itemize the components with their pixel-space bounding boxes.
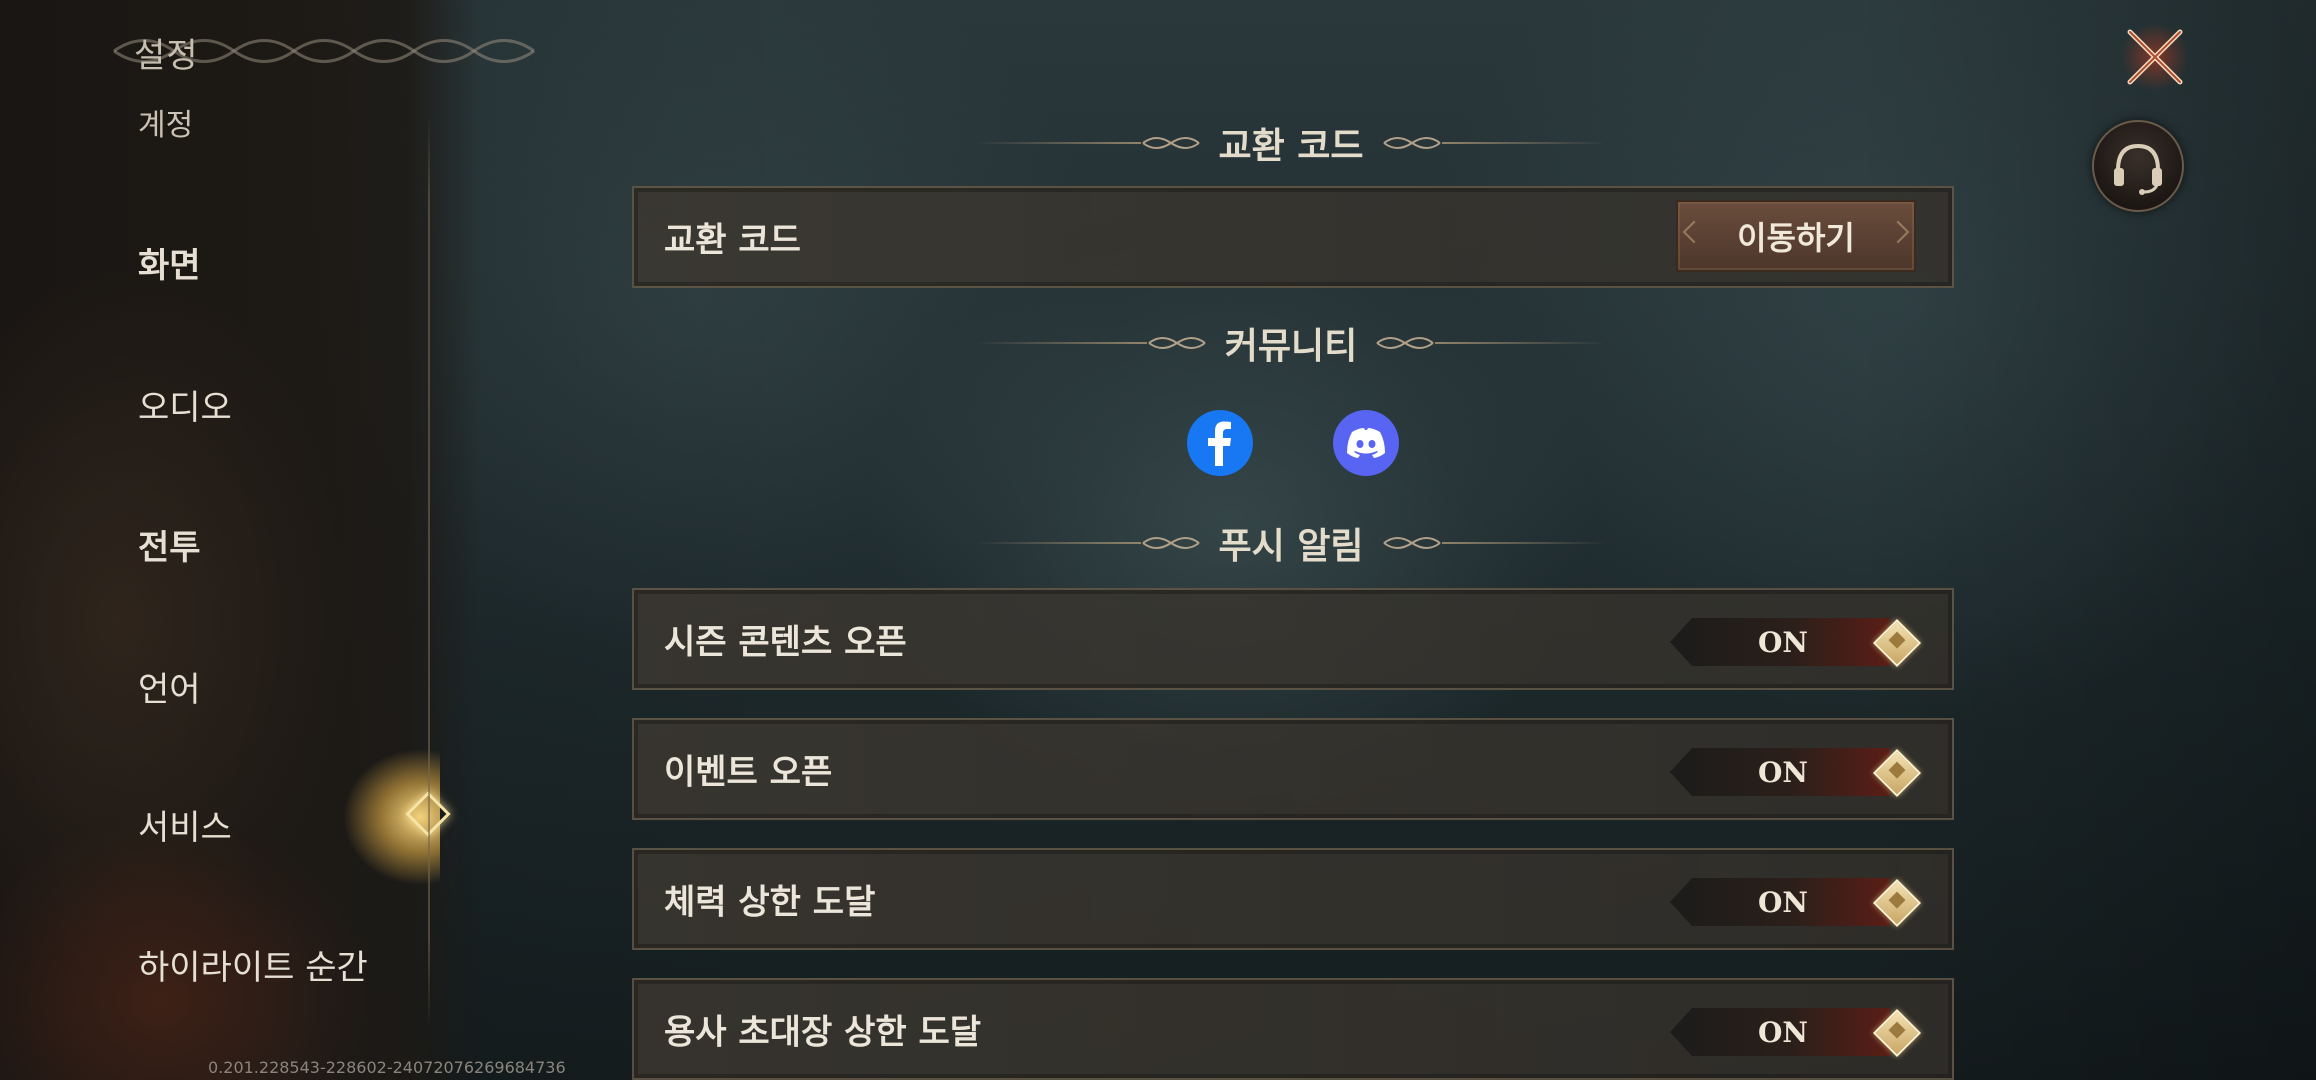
toggle-state: ON — [1758, 756, 1808, 789]
toggle-state: ON — [1758, 626, 1808, 659]
push-row-season-content: 시즌 콘텐츠 오픈 ON — [632, 588, 1954, 690]
row-label: 용사 초대장 상한 도달 — [664, 1012, 982, 1053]
toggle-switch[interactable]: ON — [1670, 618, 1922, 668]
row-label: 이벤트 오픈 — [664, 752, 833, 793]
row-label: 체력 상한 도달 — [664, 882, 876, 923]
row-label: 시즌 콘텐츠 오픈 — [664, 622, 907, 663]
toggle-state: ON — [1758, 886, 1808, 919]
toggle-state: ON — [1758, 1016, 1808, 1049]
toggle-switch[interactable]: ON — [1670, 1008, 1922, 1058]
version-text: 0.201.228543-228602-2407207626968​4736 — [208, 1058, 566, 1077]
push-row-event-open: 이벤트 오픈 ON — [632, 718, 1954, 820]
push-row-stamina-cap: 체력 상한 도달 ON — [632, 848, 1954, 950]
push-row-hero-invite-cap: 용사 초대장 상한 도달 ON — [632, 978, 1954, 1080]
toggle-switch[interactable]: ON — [1670, 878, 1922, 928]
scroll-viewport: 시즌 콘텐츠 오픈 ON 이벤트 오픈 ON 체력 상한 도달 ON 용사 초대… — [0, 0, 2316, 1080]
toggle-switch[interactable]: ON — [1670, 748, 1922, 798]
